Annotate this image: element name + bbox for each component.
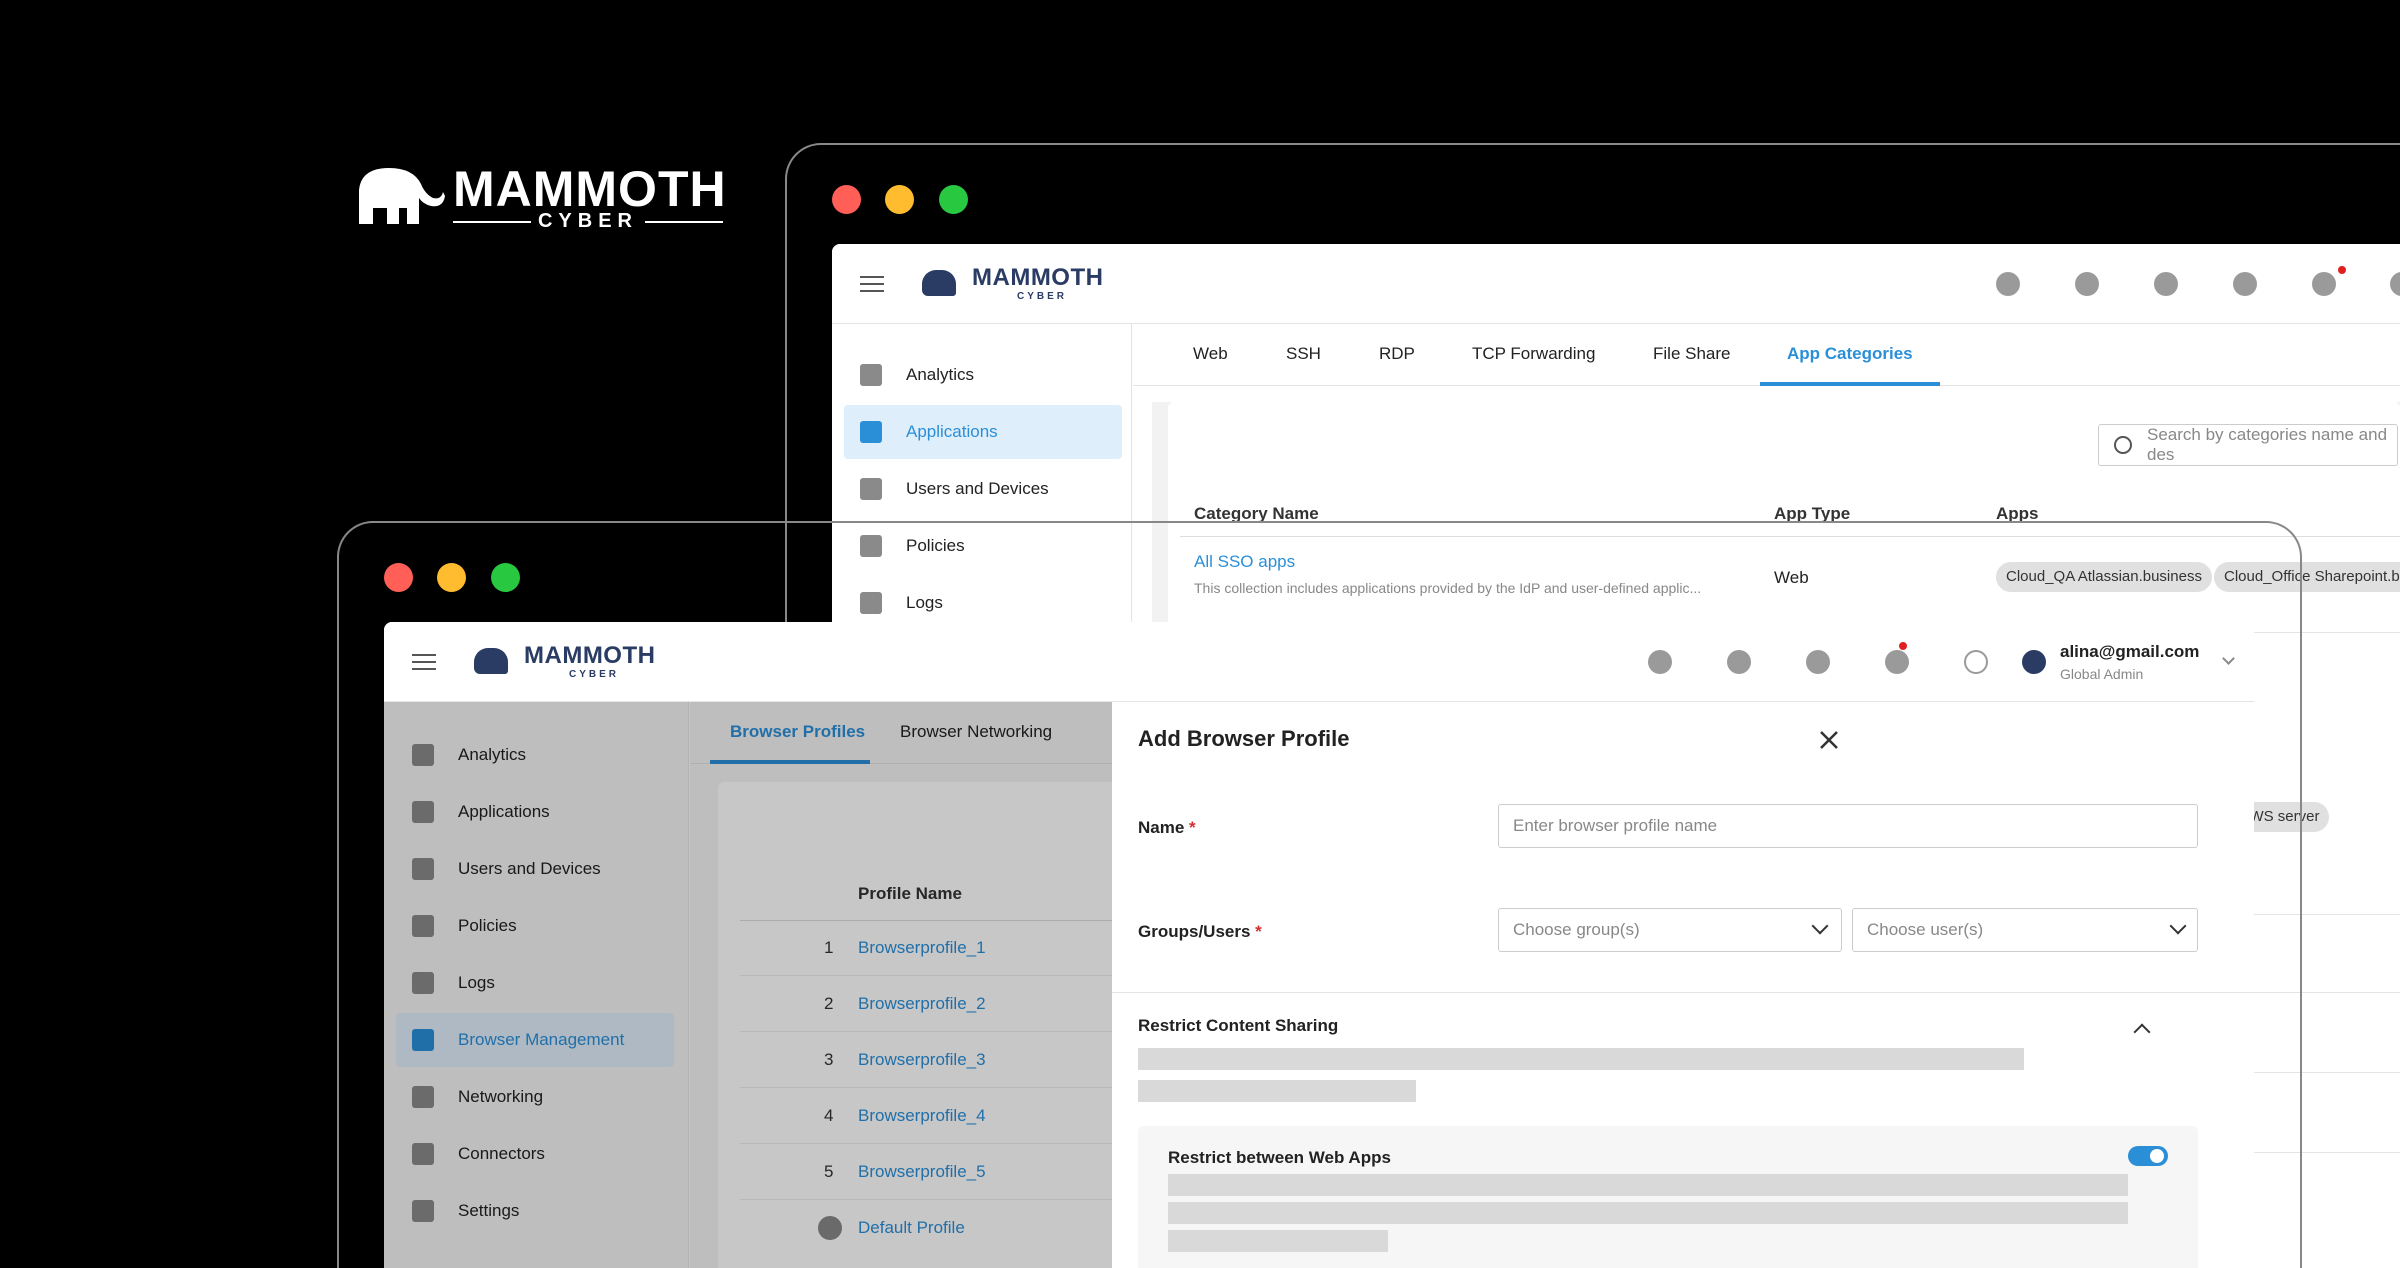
tab-app-categories[interactable]: App Categories xyxy=(1787,344,1913,364)
close-dot[interactable] xyxy=(832,185,861,214)
brand-logo: MAMMOTH CYBER xyxy=(355,160,735,240)
skeleton-line xyxy=(1168,1174,2128,1196)
skeleton-line xyxy=(1168,1202,2128,1224)
logo-sub: CYBER xyxy=(1017,291,1068,302)
bell-icon[interactable] xyxy=(2312,272,2336,296)
logo-sub: CYBER xyxy=(569,669,620,680)
bell-icon[interactable] xyxy=(1885,650,1909,674)
mammoth-logo-icon xyxy=(922,270,956,296)
search-input[interactable]: Search by categories name and des xyxy=(2098,424,2398,466)
add-profile-dialog: Add Browser Profile Name * Enter browser… xyxy=(1112,702,2254,1268)
minimize-dot[interactable] xyxy=(885,185,914,214)
download-icon[interactable] xyxy=(1996,272,2020,296)
chevron-up-icon[interactable] xyxy=(2133,1023,2151,1041)
tab-tcp[interactable]: TCP Forwarding xyxy=(1472,344,1595,364)
tab-ssh[interactable]: SSH xyxy=(1286,344,1321,364)
name-label: Name * xyxy=(1138,818,1196,837)
sidebar-item-analytics[interactable]: Analytics xyxy=(844,348,1122,402)
logo-name: MAMMOTH xyxy=(972,264,1104,291)
dialog-title: Add Browser Profile xyxy=(1138,726,1350,751)
skeleton-line xyxy=(1138,1080,1416,1102)
back-topbar: MAMMOTH CYBER xyxy=(832,244,2400,324)
sidebar-item-users[interactable]: Users and Devices xyxy=(844,462,1122,516)
brand-sub: CYBER xyxy=(453,210,723,233)
help-icon[interactable] xyxy=(2233,272,2257,296)
active-tab-indicator xyxy=(1760,382,1940,386)
skeleton-line xyxy=(1168,1230,1388,1252)
mammoth-logo-icon xyxy=(359,168,445,224)
maximize-dot[interactable] xyxy=(491,563,520,592)
hamburger-icon[interactable] xyxy=(412,654,436,670)
sidebar-item-applications[interactable]: Applications xyxy=(844,405,1122,459)
users-select[interactable]: Choose user(s) xyxy=(1852,908,2198,952)
divider xyxy=(1112,992,2254,993)
download-icon[interactable] xyxy=(1648,650,1672,674)
groups-select[interactable]: Choose group(s) xyxy=(1498,908,1842,952)
maximize-dot[interactable] xyxy=(939,185,968,214)
chat-icon[interactable] xyxy=(1727,650,1751,674)
notification-dot xyxy=(1899,642,1907,650)
search-icon xyxy=(2114,436,2132,454)
front-window: MAMMOTH CYBER alina@gmail.com Global Adm… xyxy=(384,622,2254,1268)
globe-icon[interactable] xyxy=(1806,650,1830,674)
chart-icon xyxy=(860,364,882,386)
user-email: alina@gmail.com xyxy=(2060,642,2200,661)
skeleton-line xyxy=(1138,1048,2024,1070)
front-topbar: MAMMOTH CYBER alina@gmail.com Global Adm… xyxy=(384,622,2254,702)
toggle-knob xyxy=(2150,1149,2164,1163)
logo-name: MAMMOTH xyxy=(524,642,656,669)
users-icon xyxy=(860,478,882,500)
chevron-down-icon[interactable] xyxy=(2222,652,2235,665)
close-icon[interactable] xyxy=(1819,730,1839,750)
subsection-title: Restrict between Web Apps xyxy=(1168,1148,1391,1167)
grid-icon xyxy=(860,421,882,443)
section-title: Restrict Content Sharing xyxy=(1138,1016,1339,1035)
language-icon[interactable] xyxy=(2390,272,2400,296)
web-apps-panel: Restrict between Web Apps xyxy=(1138,1126,2198,1268)
notification-dot xyxy=(2338,266,2346,274)
close-dot[interactable] xyxy=(384,563,413,592)
globe-icon[interactable] xyxy=(2154,272,2178,296)
avatar[interactable] xyxy=(2022,650,2046,674)
modal-backdrop[interactable] xyxy=(384,702,1112,1268)
sidebar-item-label: Users and Devices xyxy=(906,479,1049,498)
sidebar-item-label: Analytics xyxy=(906,365,975,384)
chat-icon[interactable] xyxy=(2075,272,2099,296)
tab-rdp[interactable]: RDP xyxy=(1379,344,1415,364)
hamburger-icon[interactable] xyxy=(860,276,884,292)
name-input[interactable]: Enter browser profile name xyxy=(1498,804,2198,848)
restrict-toggle[interactable] xyxy=(2128,1146,2168,1166)
groups-label: Groups/Users * xyxy=(1138,922,1262,941)
language-icon[interactable] xyxy=(1964,650,1988,674)
user-role: Global Admin xyxy=(2060,666,2144,682)
mammoth-logo-icon xyxy=(474,648,508,674)
minimize-dot[interactable] xyxy=(437,563,466,592)
tab-file-share[interactable]: File Share xyxy=(1653,344,1730,364)
back-tabs: Web SSH RDP TCP Forwarding File Share Ap… xyxy=(1133,324,2400,386)
sidebar-item-label: Applications xyxy=(906,422,998,441)
tab-web[interactable]: Web xyxy=(1193,344,1228,364)
